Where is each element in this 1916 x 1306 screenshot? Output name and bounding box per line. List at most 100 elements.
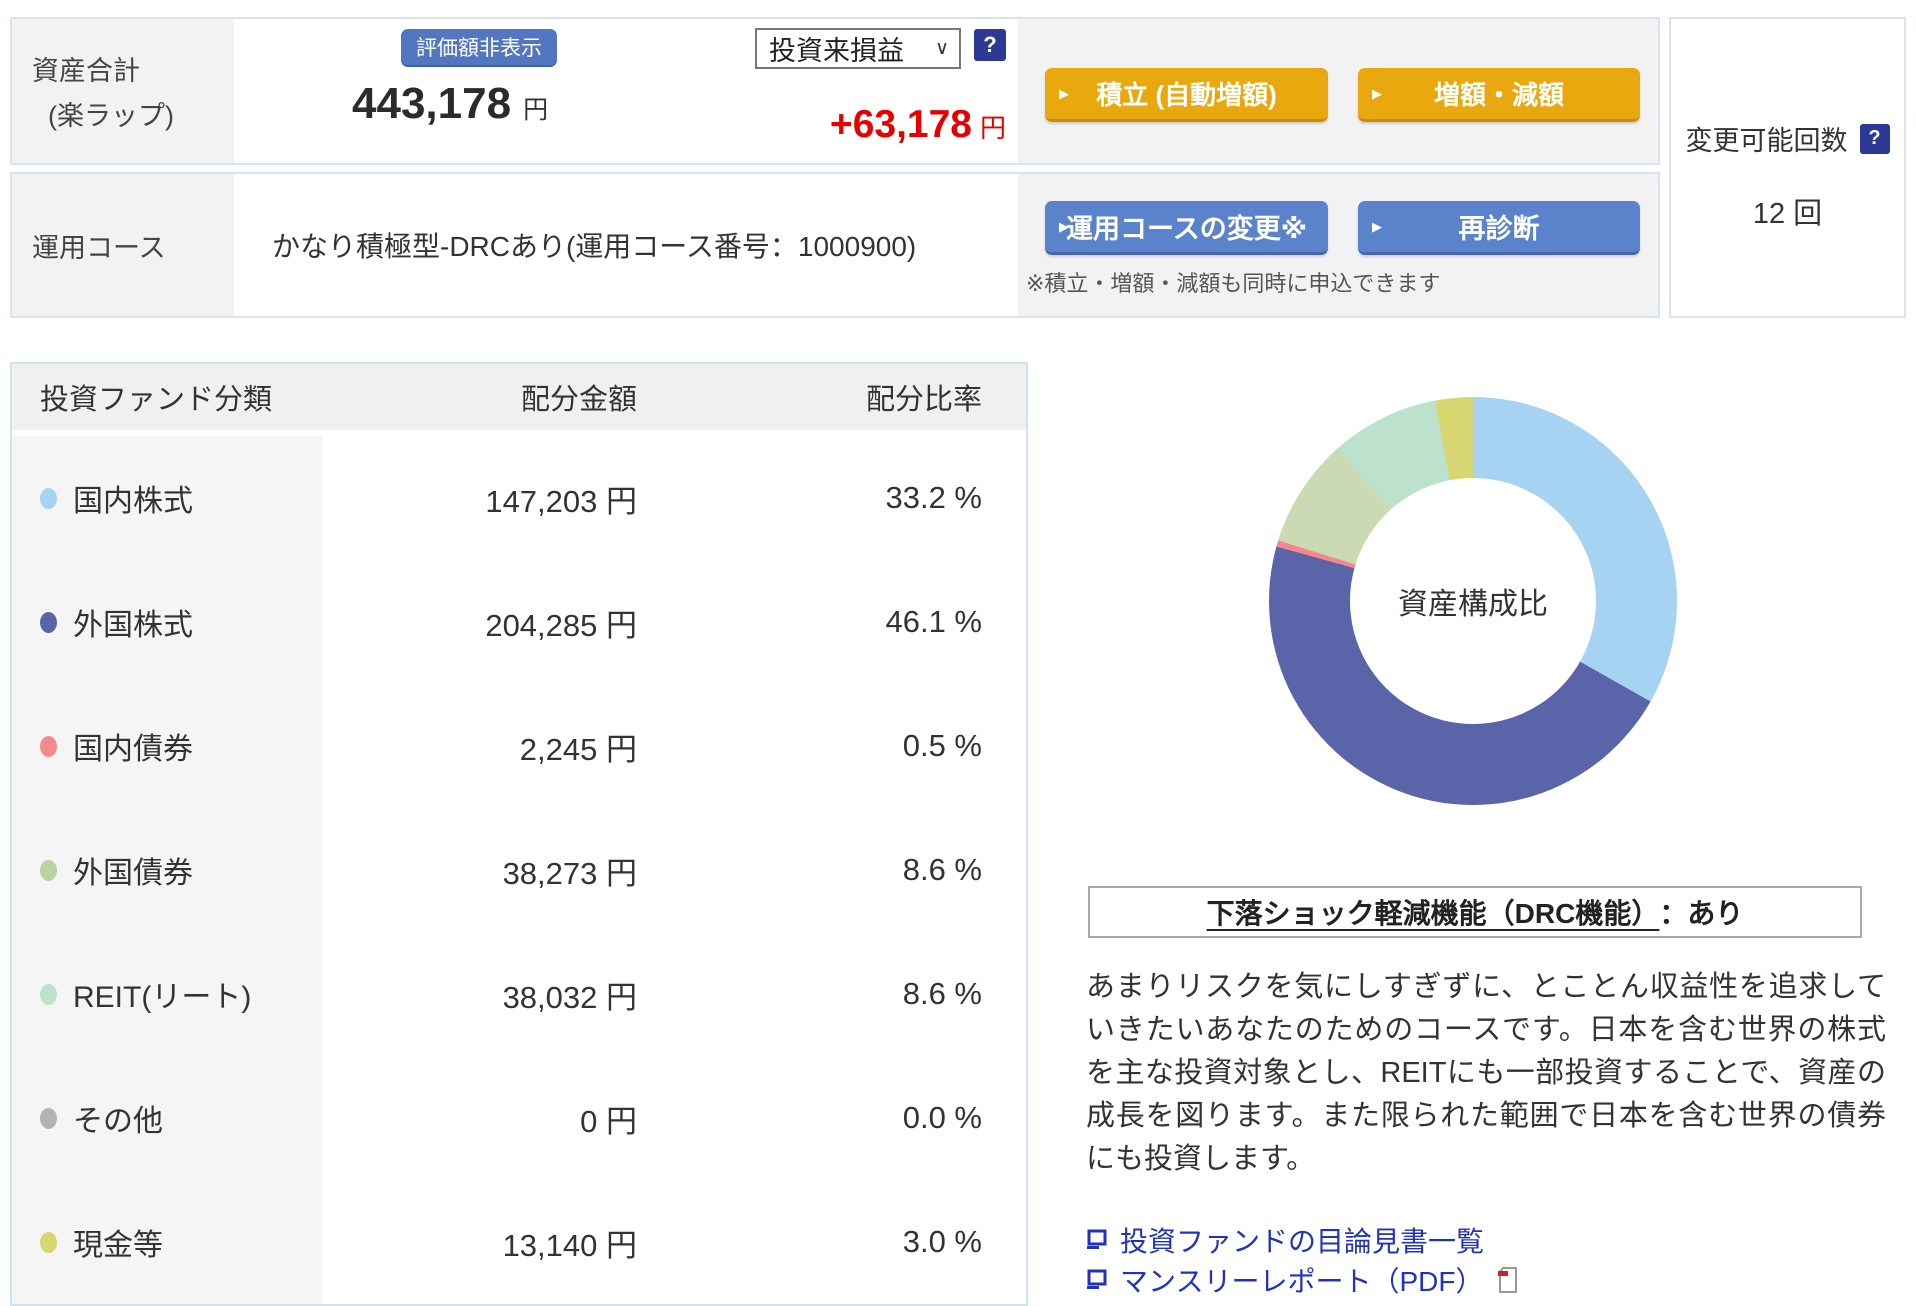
asset-total-section: 資産合計 (楽ラップ) 評価額非表示 443,178 円 投資来損益 ∨ ? +… (10, 17, 1660, 165)
fund-category-label: 国内株式 (73, 485, 193, 518)
header-allocation-amount: 配分金額 (520, 384, 637, 416)
fund-category-label: REIT(リート) (73, 981, 252, 1014)
total-amount-group: 443,178 円 (352, 79, 548, 129)
chevron-down-icon: ∨ (935, 38, 949, 59)
arrow-right-icon: ▶ (1059, 218, 1069, 234)
fund-category-label: 国内債券 (73, 733, 193, 766)
fund-amount: 13,140 円 (502, 1227, 637, 1263)
change-count-panel: 変更可能回数 ? 12 回 (1669, 17, 1906, 318)
change-count-label: 変更可能回数 (1685, 126, 1848, 156)
fund-category-label: その他 (73, 1105, 163, 1138)
period-dropdown[interactable]: 投資来損益 ∨ (755, 28, 961, 69)
help-icon[interactable]: ? (1859, 123, 1890, 154)
fund-ratio: 8.6 % (902, 976, 982, 1011)
change-count-label-row: 変更可能回数 ? (1686, 119, 1890, 158)
fund-category-cell: 国内株式 (12, 436, 322, 560)
fund-category-label: 外国株式 (73, 609, 193, 642)
help-icon[interactable]: ? (974, 29, 1006, 61)
fund-amount: 38,032 円 (502, 979, 637, 1015)
table-row: その他 0 円 0.0 % (12, 1056, 1026, 1180)
drc-feature-status: ：あり (1659, 898, 1744, 929)
fund-category-cell: 現金等 (12, 1180, 322, 1304)
header-fund-category: 投資ファンド分類 (40, 384, 273, 416)
fund-category-cell: REIT(リート) (12, 932, 322, 1056)
fund-amount: 38,273 円 (502, 855, 637, 891)
table-row: 国内株式 147,203 円 33.2 % (12, 436, 1026, 560)
gain-amount-group: +63,178 円 (830, 103, 1006, 147)
table-row: REIT(リート) 38,032 円 8.6 % (12, 932, 1026, 1056)
course-section: 運用コース かなり積極型-DRCあり(運用コース番号：1000900) ▶ 運用… (10, 172, 1660, 318)
donut-center-label: 資産構成比 (1398, 588, 1548, 621)
gain-amount-value: +63,178 (829, 103, 972, 146)
fund-category-cell: 外国債券 (12, 808, 322, 932)
monthly-report-link[interactable]: マンスリーレポート（PDF） (1120, 1260, 1483, 1300)
arrow-right-icon: ▶ (1372, 85, 1382, 101)
table-row: 外国株式 204,285 円 46.1 % (12, 560, 1026, 684)
fund-category-cell: 外国株式 (12, 560, 322, 684)
fund-amount: 204,285 円 (485, 607, 637, 643)
course-value: かなり積極型-DRCあり(運用コース番号：1000900) (272, 231, 917, 262)
fund-amount: 147,203 円 (485, 483, 637, 519)
asset-total-label: 資産合計 (楽ラップ) (12, 19, 234, 163)
zougaku-genngaku-button[interactable]: ▶ 増額・減額 (1358, 68, 1640, 122)
period-dropdown-value: 投資来損益 (769, 36, 904, 66)
fund-ratio: 33.2 % (885, 480, 982, 515)
donut-chart-hole: 資産構成比 (1350, 478, 1596, 724)
monthly-report-link-row: マンスリーレポート（PDF） (1086, 1260, 1521, 1300)
course-change-button[interactable]: ▶ 運用コースの変更※ (1045, 201, 1328, 255)
hide-valuation-button[interactable]: 評価額非表示 (401, 29, 557, 67)
course-description: あまりリスクを気にしすぎずに、とことん収益性を追求していきたいあなたのためのコー… (1086, 971, 1886, 1175)
external-link-icon (1087, 1269, 1107, 1289)
header-allocation-ratio: 配分比率 (865, 384, 982, 416)
rediagnosis-button-label: 再診断 (1458, 214, 1540, 244)
fund-amount: 0 円 (580, 1103, 637, 1139)
asset-total-content: 評価額非表示 443,178 円 投資来損益 ∨ ? +63,178 円 (234, 19, 1018, 163)
course-content: かなり積極型-DRCあり(運用コース番号：1000900) (234, 174, 1018, 316)
category-color-dot (40, 735, 57, 757)
fund-category-cell: その他 (12, 1056, 322, 1180)
fund-table-body: 国内株式 147,203 円 33.2 % 外国株式 204,285 円 46.1 % 国内… (12, 436, 1026, 1304)
arrow-right-icon: ▶ (1059, 85, 1069, 101)
tsumitate-button-label: 積立 (自動増額) (1096, 80, 1277, 110)
fund-ratio: 0.0 % (902, 1100, 982, 1135)
fund-category-cell: 国内債券 (12, 684, 322, 808)
fund-category-label: 現金等 (73, 1229, 163, 1262)
fund-ratio: 46.1 % (885, 604, 982, 639)
asset-composition-chart: 資産構成比 (1269, 397, 1677, 805)
course-label: 運用コース (32, 232, 166, 263)
prospectus-link-row: 投資ファンドの目論見書一覧 (1086, 1220, 1484, 1260)
gain-amount-unit: 円 (979, 113, 1006, 143)
course-change-button-label: 運用コースの変更※ (1066, 214, 1307, 244)
asset-buttons-panel: ▶ 積立 (自動増額) ▶ 増額・減額 (1018, 19, 1658, 163)
table-header-row: 投資ファンド分類 配分金額 配分比率 (12, 364, 1026, 430)
category-color-dot (40, 983, 57, 1005)
table-row: 外国債券 38,273 円 8.6 % (12, 808, 1026, 932)
asset-total-label-line1: 資産合計 (32, 56, 140, 86)
drc-feature-title: 下落ショック軽減機能（DRC機能） (1206, 898, 1660, 929)
category-color-dot (40, 859, 57, 881)
change-count-value: 12 回 (1752, 198, 1823, 230)
fund-ratio: 3.0 % (902, 1224, 982, 1259)
table-row: 現金等 13,140 円 3.0 % (12, 1180, 1026, 1304)
table-row: 国内債券 2,245 円 0.5 % (12, 684, 1026, 808)
fund-ratio: 8.6 % (902, 852, 982, 887)
category-color-dot (40, 1107, 57, 1129)
fund-amount: 2,245 円 (519, 731, 637, 767)
fund-category-label: 外国債券 (73, 857, 193, 890)
course-buttons-panel: ▶ 運用コースの変更※ ▶ 再診断 ※積立・増額・減額も同時に申込できます (1018, 174, 1658, 316)
fund-allocation-table: 投資ファンド分類 配分金額 配分比率 国内株式 147,203 円 33.2 % 外国… (10, 362, 1028, 1306)
rakuten-wrap-dashboard: 資産合計 (楽ラップ) 評価額非表示 443,178 円 投資来損益 ∨ ? +… (0, 0, 1916, 1306)
fund-ratio: 0.5 % (902, 728, 982, 763)
pdf-file-icon (1498, 1267, 1518, 1293)
rediagnosis-button[interactable]: ▶ 再診断 (1358, 201, 1640, 255)
arrow-right-icon: ▶ (1372, 218, 1382, 234)
total-amount-value: 443,178 (352, 79, 512, 128)
simultaneous-apply-note: ※積立・増額・減額も同時に申込できます (1026, 271, 1441, 296)
zougaku-button-label: 増額・減額 (1433, 80, 1564, 110)
drc-feature-box: 下落ショック軽減機能（DRC機能） ：あり (1088, 886, 1862, 938)
prospectus-link[interactable]: 投資ファンドの目論見書一覧 (1120, 1220, 1484, 1260)
total-amount-unit: 円 (523, 96, 549, 124)
course-label-cell: 運用コース (12, 174, 234, 316)
asset-total-label-line2: (楽ラップ) (48, 101, 174, 131)
tsumitate-button[interactable]: ▶ 積立 (自動増額) (1045, 68, 1328, 122)
